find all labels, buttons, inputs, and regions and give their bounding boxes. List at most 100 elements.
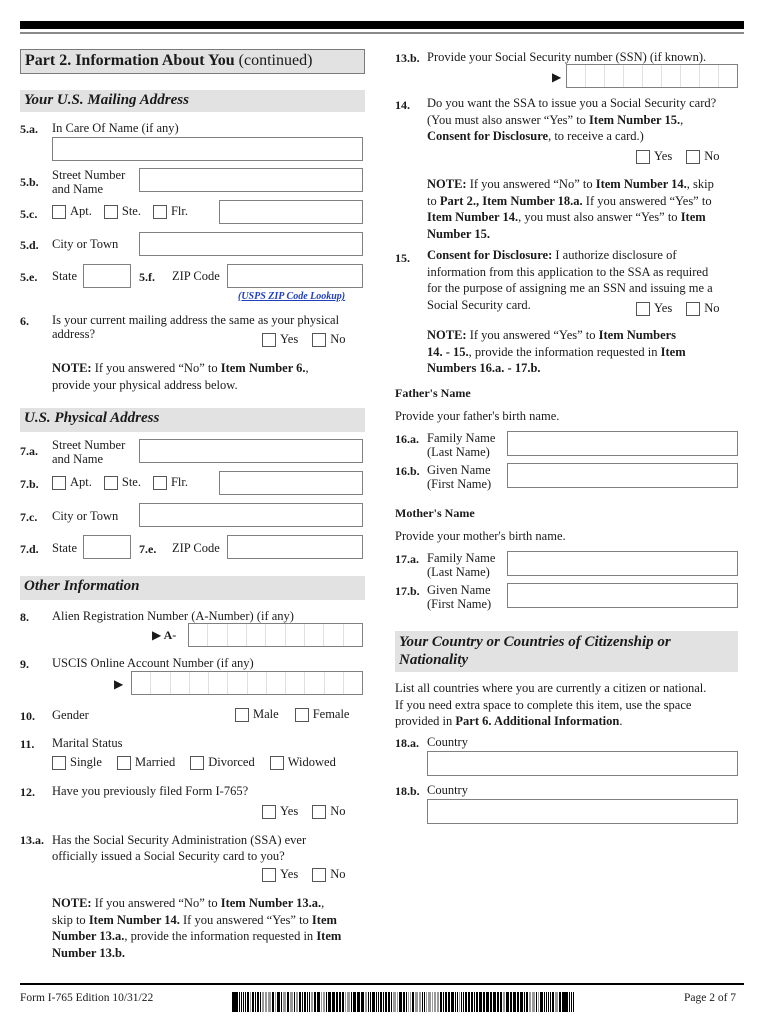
label-line2: (First Name) — [427, 597, 492, 611]
male-label: Male — [253, 707, 279, 721]
given-name-label: Given Name (First Name) — [427, 583, 491, 611]
mothers-name-heading: Mother's Name — [395, 506, 475, 520]
barcode-bar — [493, 992, 496, 1012]
physical-zip-field[interactable] — [227, 535, 363, 559]
yes-label: Yes — [280, 804, 299, 818]
physical-street-field[interactable] — [139, 439, 363, 463]
mailing-city-field[interactable] — [139, 232, 363, 256]
father-given-name-field[interactable] — [507, 463, 738, 488]
form-edition: Form I-765 Edition 10/31/22 — [20, 992, 154, 1004]
q13a-yes-checkbox[interactable]: Yes — [262, 867, 298, 882]
q14-item-ref: Item Number 15. — [589, 112, 681, 127]
flr-checkbox[interactable]: Flr. — [152, 204, 188, 219]
item-13b-number: 13.b. — [395, 51, 420, 65]
checkbox-box[interactable] — [152, 204, 167, 219]
mailing-unit-number-field[interactable] — [219, 200, 363, 224]
checkbox-box[interactable] — [190, 755, 205, 770]
checkbox-box[interactable] — [269, 755, 284, 770]
q13a-no-checkbox[interactable]: No — [312, 867, 345, 882]
checkbox-box[interactable] — [152, 475, 167, 490]
flr-checkbox[interactable]: Flr. — [152, 475, 188, 490]
ssa-card-issued-label: Has the Social Security Administration (… — [52, 832, 306, 864]
ste-checkbox[interactable]: Ste. — [103, 204, 141, 219]
q6-no-checkbox[interactable]: No — [312, 332, 345, 347]
marital-divorced-checkbox[interactable]: Divorced — [190, 755, 255, 770]
note-item-ref: 14. - 15. — [427, 344, 469, 359]
physical-state-field[interactable] — [83, 535, 131, 559]
a-number-field[interactable] — [188, 623, 363, 647]
uscis-account-number-field[interactable] — [131, 671, 363, 695]
arrow-icon: ▶ — [114, 677, 124, 691]
barcode-bar — [573, 992, 574, 1012]
checkbox-box[interactable] — [52, 755, 66, 770]
label-line1: Family Name — [427, 551, 496, 565]
barcode-bar — [372, 992, 375, 1012]
barcode-bar — [378, 992, 379, 1012]
note-item-ref: Item Number 14. — [88, 912, 180, 927]
checkbox-box[interactable] — [312, 332, 327, 347]
father-family-name-field[interactable] — [507, 431, 738, 456]
barcode-bar — [513, 992, 516, 1012]
barcode-bar — [245, 992, 246, 1012]
mother-given-name-field[interactable] — [507, 583, 738, 608]
in-care-of-name-field[interactable] — [52, 137, 363, 161]
checkbox-box[interactable] — [116, 755, 131, 770]
note-text: If you answered “No” to — [91, 361, 221, 375]
checkbox-box[interactable] — [103, 475, 118, 490]
barcode-bar — [287, 992, 289, 1012]
checkbox-box[interactable] — [686, 149, 701, 164]
barcode-bar — [474, 992, 475, 1012]
barcode-bar — [268, 992, 271, 1012]
mailing-state-field[interactable] — [83, 264, 131, 288]
checkbox-box[interactable] — [262, 804, 276, 819]
city-label: City or Town — [52, 509, 119, 523]
q6-yes-checkbox[interactable]: Yes — [262, 332, 298, 347]
physical-unit-number-field[interactable] — [219, 471, 363, 495]
checkbox-box[interactable] — [103, 204, 118, 219]
mailing-zip-field[interactable] — [227, 264, 363, 288]
family-name-label: Family Name (Last Name) — [427, 431, 495, 459]
checkbox-box[interactable] — [262, 867, 276, 882]
ssn-field[interactable] — [566, 64, 738, 88]
barcode-bar — [500, 992, 502, 1012]
q14-no-checkbox[interactable]: No — [686, 149, 719, 164]
mothers-name-desc: Provide your mother's birth name. — [395, 529, 566, 543]
gender-male-checkbox[interactable]: Male — [235, 707, 279, 722]
marital-widowed-checkbox[interactable]: Widowed — [269, 755, 336, 770]
checkbox-box[interactable] — [52, 475, 66, 490]
marital-single-checkbox[interactable]: Single — [52, 755, 102, 770]
mailing-street-field[interactable] — [139, 168, 363, 192]
country-18b-field[interactable] — [427, 799, 738, 824]
checkbox-box[interactable] — [686, 301, 701, 316]
checkbox-box[interactable] — [636, 149, 650, 164]
checkbox-box[interactable] — [636, 301, 650, 316]
checkbox-box[interactable] — [312, 804, 327, 819]
checkbox-box[interactable] — [312, 867, 327, 882]
q12-no-checkbox[interactable]: No — [312, 804, 345, 819]
arrow-icon: ▶ — [552, 70, 562, 84]
marital-married-checkbox[interactable]: Married — [116, 755, 175, 770]
note-label: NOTE: — [52, 896, 92, 910]
apt-checkbox[interactable]: Apt. — [52, 204, 92, 219]
item-5a-number: 5.a. — [20, 122, 38, 136]
checkbox-box[interactable] — [235, 707, 249, 722]
barcode-bar — [463, 992, 464, 1012]
barcode-bar — [361, 992, 364, 1012]
mother-family-name-field[interactable] — [507, 551, 738, 576]
label-line1: Given Name — [427, 463, 491, 477]
apt-checkbox[interactable]: Apt. — [52, 475, 92, 490]
note-item-ref: Item Number 14. — [595, 177, 687, 191]
country-18a-field[interactable] — [427, 751, 738, 776]
q15-yes-checkbox[interactable]: Yes — [636, 301, 672, 316]
checkbox-box[interactable] — [262, 332, 276, 347]
q12-yes-checkbox[interactable]: Yes — [262, 804, 298, 819]
physical-city-field[interactable] — [139, 503, 363, 527]
checkbox-box[interactable] — [294, 707, 309, 722]
q14-yes-checkbox[interactable]: Yes — [636, 149, 672, 164]
ste-checkbox[interactable]: Ste. — [103, 475, 141, 490]
q15-no-checkbox[interactable]: No — [686, 301, 719, 316]
gender-female-checkbox[interactable]: Female — [294, 707, 349, 722]
item-16b-number: 16.b. — [395, 464, 420, 478]
usps-zip-lookup-link[interactable]: (USPS ZIP Code Lookup) — [238, 291, 345, 302]
checkbox-box[interactable] — [52, 204, 66, 219]
